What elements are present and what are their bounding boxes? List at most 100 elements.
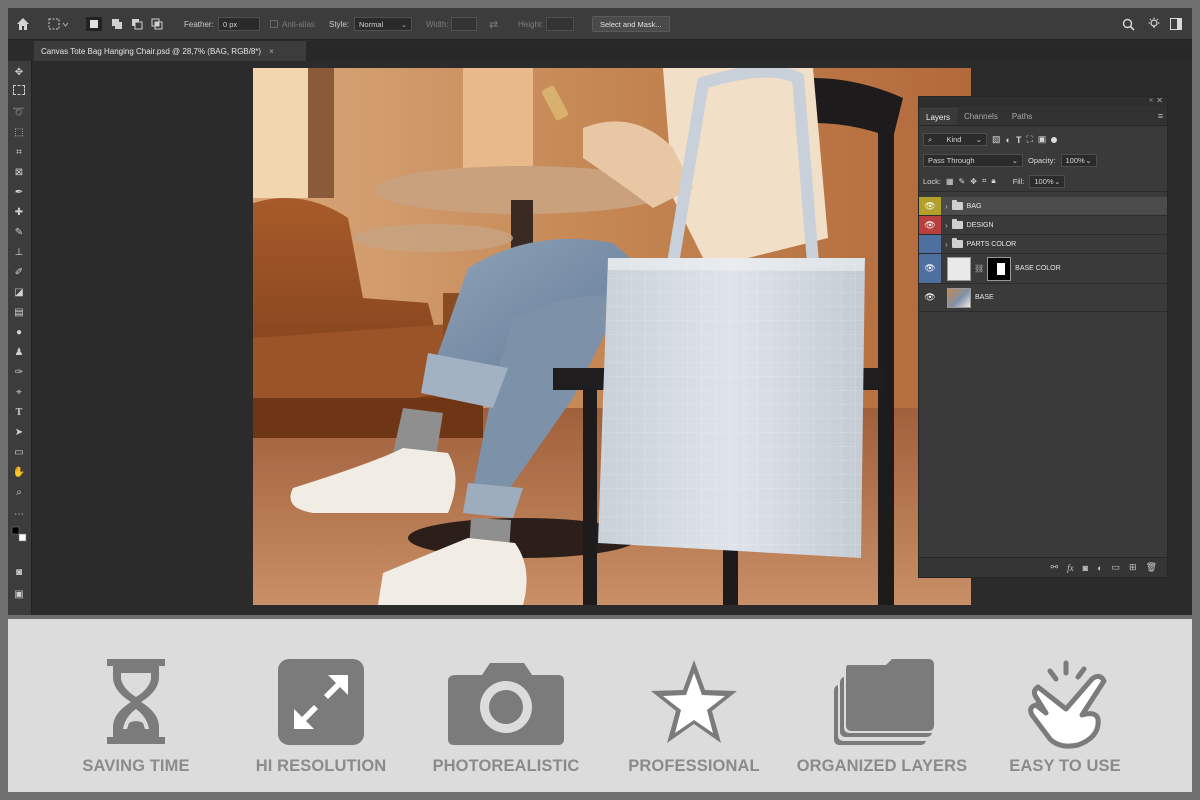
new-selection-icon[interactable]	[86, 8, 102, 40]
filter-smart-object-icon[interactable]: ▣	[1038, 134, 1047, 145]
swap-dimensions-icon[interactable]: ⇄	[489, 8, 498, 40]
hand-tool-icon[interactable]: ✋	[11, 465, 27, 479]
tab-paths[interactable]: Paths	[1005, 108, 1039, 125]
add-mask-icon[interactable]: ◙	[1083, 563, 1088, 573]
new-layer-icon[interactable]: ⊞	[1129, 562, 1137, 573]
collapse-panel-icon[interactable]: «	[1149, 97, 1153, 104]
dodge-tool-icon[interactable]: ♟	[11, 345, 27, 359]
feature-label: HI RESOLUTION	[255, 757, 387, 775]
fill-input[interactable]: 100% ⌄	[1029, 174, 1066, 188]
feather-input[interactable]: 0 px	[218, 17, 260, 31]
add-selection-icon[interactable]	[110, 8, 124, 40]
feature-label: SAVING TIME	[82, 757, 190, 775]
lock-image-icon[interactable]: ✎	[959, 177, 966, 186]
frame-tool-icon[interactable]: ⊠	[11, 165, 27, 179]
height-input[interactable]	[546, 17, 574, 31]
panel-header: « ✕	[919, 96, 1167, 107]
lasso-tool-icon[interactable]: ➰	[11, 105, 27, 119]
select-and-mask-button[interactable]: Select and Mask...	[592, 16, 670, 32]
link-layers-icon[interactable]: ⚯	[1051, 562, 1059, 573]
rectangle-tool-icon[interactable]: ▭	[11, 445, 27, 459]
quick-mask-icon[interactable]: ◙	[11, 565, 27, 579]
fill-value: 100%	[1034, 176, 1054, 186]
brush-tool-icon[interactable]: ✎	[11, 225, 27, 239]
tab-layers[interactable]: Layers	[919, 108, 958, 125]
tab-channels[interactable]: Channels	[957, 108, 1005, 125]
history-brush-tool-icon[interactable]: ✐	[11, 265, 27, 279]
visibility-toggle-off[interactable]	[919, 235, 941, 253]
filter-adjustment-icon[interactable]: ◐	[1006, 135, 1011, 145]
layer-thumbnail	[947, 256, 971, 281]
fx-icon[interactable]: fx	[1067, 563, 1074, 573]
filter-toggle-icon[interactable]	[1051, 136, 1058, 143]
crop-tool-icon[interactable]: ⌗	[11, 145, 27, 159]
expand-chevron-icon[interactable]: ›	[945, 221, 948, 230]
search-icon[interactable]	[1122, 8, 1135, 40]
path-selection-tool-icon[interactable]: ➤	[11, 425, 27, 439]
layer-row-parts-color[interactable]: › PARTS COLOR	[919, 235, 1167, 254]
layer-row-base-color[interactable]: 👁︎ ⛓︎ BASE COLOR	[919, 254, 1167, 284]
width-input[interactable]	[451, 17, 477, 31]
blur-tool-icon[interactable]: ●	[11, 325, 27, 339]
layer-row-bag[interactable]: 👁︎ › BAG	[919, 197, 1167, 216]
filter-type-icon[interactable]: T	[1016, 135, 1022, 145]
lock-artboard-icon[interactable]: ⌗	[982, 176, 987, 186]
star-icon	[651, 660, 737, 743]
lock-all-icon[interactable]: 🔒︎	[991, 176, 995, 186]
opacity-input[interactable]: 100% ⌄	[1060, 154, 1097, 167]
filter-shape-icon[interactable]: ⛶	[1026, 134, 1032, 145]
style-select[interactable]: Normal ⌄	[354, 17, 412, 31]
layer-row-base[interactable]: 👁︎ BASE	[919, 284, 1167, 312]
close-panel-icon[interactable]: ✕	[1156, 96, 1163, 105]
subtract-selection-icon[interactable]	[130, 8, 144, 40]
object-selection-tool-icon[interactable]: ⬚	[11, 125, 27, 139]
eyedropper-tool-icon[interactable]: ✒	[11, 185, 27, 199]
stacked-layers-icon	[834, 659, 936, 745]
eye-icon[interactable]: 👁︎	[919, 216, 941, 234]
layer-thumbnail	[947, 287, 971, 308]
gradient-tool-icon[interactable]: ▤	[11, 305, 27, 319]
color-swatches-icon[interactable]	[11, 526, 27, 542]
move-tool-icon[interactable]: ✥	[11, 65, 27, 79]
more-tools-icon[interactable]: ⋯	[11, 507, 27, 521]
intersect-selection-icon[interactable]	[150, 8, 164, 40]
lock-transparent-icon[interactable]: ▦	[946, 177, 954, 186]
close-tab-icon[interactable]: ×	[269, 47, 274, 56]
eye-icon[interactable]: 👁︎	[919, 254, 941, 283]
antialias-checkbox[interactable]: Anti-alias	[270, 8, 315, 40]
discover-lightbulb-icon[interactable]	[1147, 8, 1161, 40]
document-canvas[interactable]	[253, 68, 971, 605]
expand-chevron-icon[interactable]: ›	[945, 202, 948, 211]
lock-position-icon[interactable]: ✥	[970, 177, 977, 186]
document-tab[interactable]: Canvas Tote Bag Hanging Chair.psd @ 28,7…	[34, 41, 306, 61]
pen-tool-icon[interactable]: ✑	[11, 365, 27, 379]
marquee-tool-icon[interactable]	[13, 85, 25, 95]
chevron-down-icon: ⌄	[1011, 156, 1018, 165]
clone-stamp-tool-icon[interactable]: ⊥	[11, 245, 27, 259]
zoom-tool-icon[interactable]: ⌕	[11, 485, 27, 499]
filter-pixel-icon[interactable]: ▧	[992, 134, 1001, 145]
kind-filter-select[interactable]: ⌕ Kind ⌄	[923, 133, 987, 146]
healing-brush-tool-icon[interactable]: ✚	[11, 205, 27, 219]
home-icon[interactable]	[16, 8, 30, 40]
screen-mode-icon[interactable]: ▣	[11, 587, 27, 601]
delete-layer-icon[interactable]: 🗑︎	[1146, 562, 1157, 573]
type-tool-icon[interactable]: T	[11, 405, 27, 419]
panel-menu-icon[interactable]: ≡	[1158, 111, 1163, 121]
pen-nib-tool-icon[interactable]: ⌖	[11, 385, 27, 399]
layer-name: BAG	[966, 202, 982, 210]
link-icon[interactable]: ⛓︎	[974, 264, 984, 273]
workspace-icon[interactable]	[1170, 8, 1182, 40]
blend-mode-select[interactable]: Pass Through ⌄	[923, 154, 1023, 167]
new-group-icon[interactable]: ▭	[1112, 562, 1121, 573]
photoshop-window: Feather: 0 px Anti-alias Style: Normal ⌄…	[8, 8, 1192, 615]
marquee-tool-preset-icon[interactable]	[48, 8, 70, 40]
eye-icon[interactable]: 👁︎	[919, 284, 941, 311]
eye-icon[interactable]: 👁︎	[919, 197, 941, 215]
adjustment-layer-icon[interactable]: ◐	[1097, 563, 1102, 573]
mockup-frame: Feather: 0 px Anti-alias Style: Normal ⌄…	[0, 0, 1200, 800]
eraser-tool-icon[interactable]: ◪	[11, 285, 27, 299]
document-tab-title: Canvas Tote Bag Hanging Chair.psd @ 28,7…	[41, 46, 262, 56]
layer-row-design[interactable]: 👁︎ › DESIGN	[919, 216, 1167, 235]
expand-chevron-icon[interactable]: ›	[945, 240, 948, 249]
